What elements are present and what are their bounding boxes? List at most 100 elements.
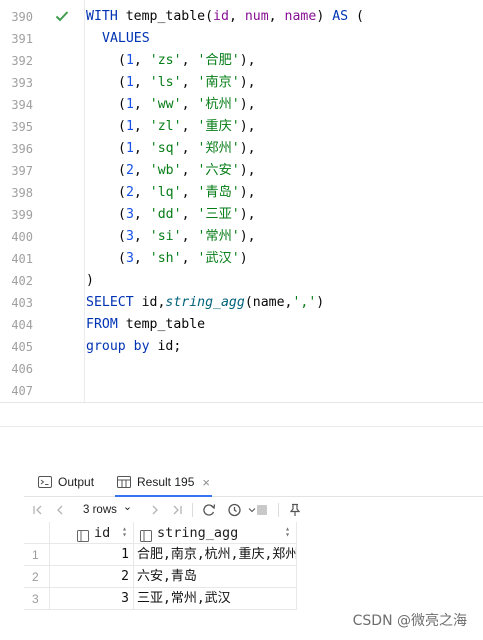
code-text: , xyxy=(133,185,150,200)
grid-header: id ▴ ▾ string_agg ▴ ▾ xyxy=(24,522,297,544)
code-line[interactable]: 399 (3, 'dd', '三亚'), xyxy=(0,204,483,226)
code-text: ), xyxy=(239,119,256,134)
line-number: 403 xyxy=(11,296,33,310)
number-literal: 1 xyxy=(125,75,134,90)
code-text: , xyxy=(133,251,150,266)
code-line[interactable]: 390 WITH temp_table(id, num, name) AS ( xyxy=(0,6,483,28)
code-text: ( xyxy=(118,97,126,112)
code-line[interactable]: 405 group by id; xyxy=(0,336,483,358)
string-literal: '常州' xyxy=(197,229,240,244)
column-name: num xyxy=(244,9,269,24)
code-text: ( xyxy=(118,207,126,222)
code-text: ), xyxy=(239,75,256,90)
column-header-id[interactable]: id ▴ ▾ xyxy=(50,522,134,544)
cell-string-agg[interactable]: 合肥,南京,杭州,重庆,郑州 xyxy=(134,544,297,566)
code-text: , xyxy=(133,119,150,134)
divider xyxy=(0,426,483,427)
code-line[interactable]: 394 (1, 'ww', '杭州'), xyxy=(0,94,483,116)
rows-selector[interactable]: 3 rows ⌄ xyxy=(83,501,132,516)
results-tabs: Output Result 195 × xyxy=(24,468,483,497)
string-literal: 'ww' xyxy=(149,97,182,112)
code-text: id, xyxy=(133,295,166,310)
code-text: (name, xyxy=(244,295,293,310)
next-page-icon[interactable] xyxy=(147,502,163,518)
line-number: 402 xyxy=(11,274,33,288)
tab-label: Result 195 xyxy=(137,475,195,489)
number-literal: 1 xyxy=(125,53,134,68)
table-row[interactable]: 3 3 三亚,常州,武汉 xyxy=(24,588,297,610)
code-text: temp_table( xyxy=(117,9,214,24)
code-line[interactable]: 397 (2, 'wb', '六安'), xyxy=(0,160,483,182)
code-line[interactable]: 393 (1, 'ls', '南京'), xyxy=(0,72,483,94)
first-page-icon[interactable] xyxy=(30,502,46,518)
watermark: CSDN @微亮之海 xyxy=(352,613,467,629)
table-row[interactable]: 2 2 六安,青岛 xyxy=(24,566,297,588)
string-literal: '六安' xyxy=(197,163,240,178)
code-line[interactable]: 398 (2, 'lq', '青岛'), xyxy=(0,182,483,204)
string-literal: '重庆' xyxy=(197,119,240,134)
string-literal: 'si' xyxy=(149,229,182,244)
number-literal: 2 xyxy=(125,185,134,200)
console-icon xyxy=(38,475,52,489)
string-literal: 'zs' xyxy=(149,53,182,68)
rows-count: 3 rows xyxy=(83,503,117,516)
string-literal: 'dd' xyxy=(149,207,182,222)
tab-output[interactable]: Output xyxy=(38,468,94,496)
column-name: name xyxy=(284,9,317,24)
code-text: , xyxy=(181,119,198,134)
code-line[interactable]: 401 (3, 'sh', '武汉') xyxy=(0,248,483,270)
close-icon[interactable]: × xyxy=(202,475,210,490)
code-text: , xyxy=(181,185,198,200)
function-name: string_agg xyxy=(165,295,245,310)
sort-icon[interactable]: ▴ ▾ xyxy=(122,525,127,539)
code-line[interactable]: 392 (1, 'zs', '合肥'), xyxy=(0,50,483,72)
prev-page-icon[interactable] xyxy=(52,502,68,518)
code-line[interactable]: 404 FROM temp_table xyxy=(0,314,483,336)
code-text: ) xyxy=(316,295,325,310)
code-text: ) xyxy=(86,273,94,288)
code-text: , xyxy=(268,9,285,24)
cell-id[interactable]: 2 xyxy=(50,566,134,588)
code-text: , xyxy=(181,163,198,178)
table-row[interactable]: 1 1 合肥,南京,杭州,重庆,郑州 xyxy=(24,544,297,566)
column-header-string-agg[interactable]: string_agg ▴ ▾ xyxy=(134,522,297,544)
code-line[interactable]: 391 VALUES xyxy=(0,28,483,50)
code-line[interactable]: 406 xyxy=(0,358,483,380)
code-text: ) xyxy=(316,9,333,24)
code-line[interactable]: 395 (1, 'zl', '重庆'), xyxy=(0,116,483,138)
line-number: 391 xyxy=(11,32,33,46)
refresh-icon[interactable] xyxy=(201,502,217,518)
line-number: 392 xyxy=(11,54,33,68)
stop-icon[interactable] xyxy=(254,502,270,518)
code-text: , xyxy=(133,207,150,222)
keyword: SELECT xyxy=(86,295,134,310)
code-text: ), xyxy=(239,141,256,156)
code-line[interactable]: 407 xyxy=(0,380,483,402)
sql-editor[interactable]: 390 WITH temp_table(id, num, name) AS ( … xyxy=(0,0,483,403)
last-page-icon[interactable] xyxy=(169,502,185,518)
string-literal: '青岛' xyxy=(197,185,240,200)
code-text: ( xyxy=(118,119,126,134)
clock-icon[interactable] xyxy=(227,502,243,518)
sort-icon[interactable]: ▴ ▾ xyxy=(285,525,290,539)
check-icon xyxy=(54,8,70,24)
code-text: , xyxy=(133,163,150,178)
number-literal: 3 xyxy=(125,251,134,266)
keyword: AS xyxy=(332,9,349,24)
line-number: 397 xyxy=(11,164,33,178)
column-icon xyxy=(140,527,152,542)
code-line[interactable]: 402 ) xyxy=(0,270,483,292)
code-text: ), xyxy=(239,163,256,178)
keyword: group by xyxy=(86,339,150,354)
code-line[interactable]: 400 (3, 'si', '常州'), xyxy=(0,226,483,248)
code-line[interactable]: 396 (1, 'sq', '郑州'), xyxy=(0,138,483,160)
string-literal: '郑州' xyxy=(197,141,240,156)
code-line[interactable]: 403 SELECT id,string_agg(name,',') xyxy=(0,292,483,314)
cell-string-agg[interactable]: 六安,青岛 xyxy=(134,566,297,588)
pin-icon[interactable] xyxy=(287,502,303,518)
cell-id[interactable]: 1 xyxy=(50,544,134,566)
cell-string-agg[interactable]: 三亚,常州,武汉 xyxy=(134,588,297,610)
tab-result-195[interactable]: Result 195 × xyxy=(115,468,212,497)
cell-id[interactable]: 3 xyxy=(50,588,134,610)
results-toolbar: 3 rows ⌄ xyxy=(24,497,483,523)
